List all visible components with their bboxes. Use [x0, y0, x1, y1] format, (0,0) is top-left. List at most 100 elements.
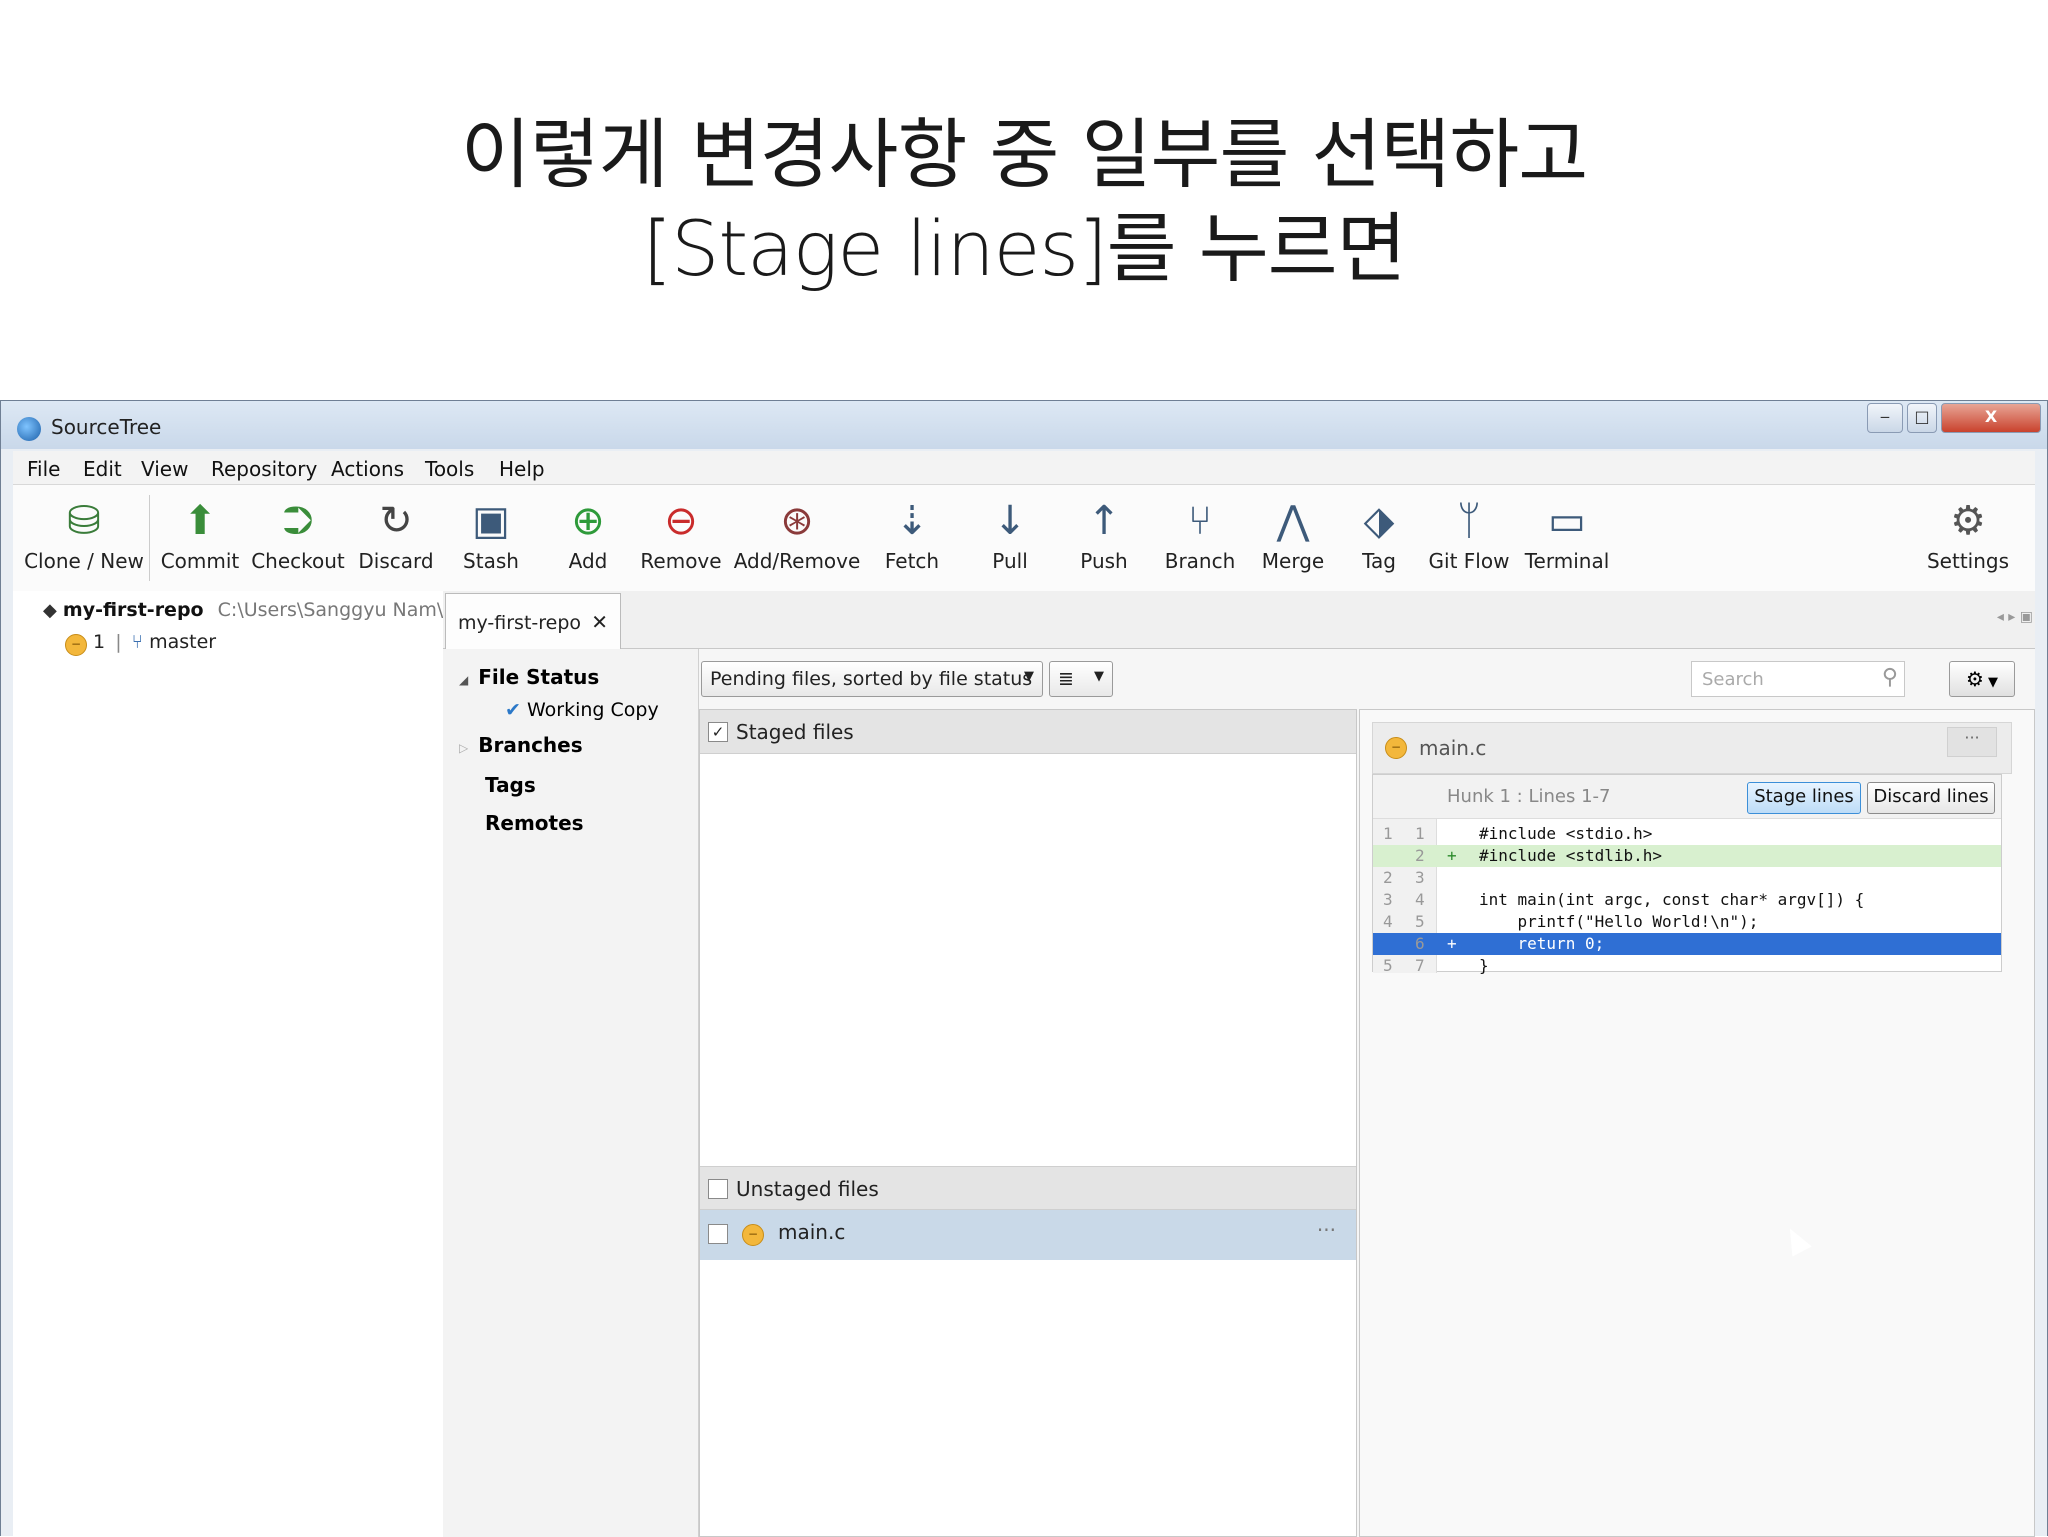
new-line-number: 1	[1415, 824, 1425, 843]
close-tab-icon[interactable]: ✕	[591, 610, 608, 634]
menu-view[interactable]: View	[141, 457, 188, 481]
add-button[interactable]: ⊕ Add	[553, 493, 623, 583]
filter-bar: Pending files, sorted by file status ▼ ≣…	[699, 661, 2019, 699]
unstaged-files-checkbox[interactable]	[708, 1179, 728, 1199]
branch-icon: ⑂	[131, 631, 144, 653]
file-status-view: Pending files, sorted by file status ▼ ≣…	[699, 649, 2035, 1537]
view-mode-dropdown[interactable]: ≣ ▼	[1049, 661, 1113, 697]
sidebar-item-branches[interactable]: ▷ Branches	[459, 733, 583, 757]
git-flow-button[interactable]: ᛘ Git Flow	[1427, 493, 1511, 583]
menu-repository[interactable]: Repository	[211, 457, 317, 481]
caption-line-1: 이렇게 변경사항 중 일부를 선택하고	[460, 110, 1588, 199]
sidebar-item-working-copy[interactable]: ✔ Working Copy	[505, 699, 659, 721]
menu-tools[interactable]: Tools	[425, 457, 474, 481]
repo-sidebar: ◢ File Status ✔ Working Copy ▷ Branches Ta…	[443, 649, 699, 1537]
stash-button[interactable]: ▣ Stash	[453, 493, 529, 583]
diff-line[interactable]: 6 + return 0;	[1373, 933, 2001, 955]
hunk-block: Hunk 1 : Lines 1-7 Stage lines Discard l…	[1372, 774, 2002, 975]
repo-branch-row: − 1 | ⑂ master	[65, 631, 216, 656]
menu-file[interactable]: File	[27, 457, 60, 481]
diff-line[interactable]: 5 7}	[1373, 955, 2001, 977]
stage-lines-button[interactable]: Stage lines	[1747, 782, 1861, 814]
line-text: #include <stdlib.h>	[1479, 846, 1663, 865]
tab-my-first-repo[interactable]: my-first-repo ✕	[445, 593, 621, 649]
git-diamond-icon: ◆	[43, 600, 57, 621]
files-pane: ✓ Staged files Unstaged files − main.c ·…	[699, 709, 1357, 1537]
repo-entry[interactable]: ◆ my-first-repo C:\Users\Sanggyu Nam\r	[43, 599, 451, 621]
maximize-button[interactable]: □	[1907, 403, 1937, 433]
caption-line-2: [Stage lines]를 누르면	[642, 204, 1406, 293]
menu-actions[interactable]: Actions	[331, 457, 404, 481]
diff-more-button[interactable]: ···	[1947, 727, 1997, 757]
remove-file-icon: ⊖	[664, 498, 698, 544]
file-more-button[interactable]: ···	[1317, 1218, 1336, 1242]
line-text: printf("Hello World!\n");	[1479, 912, 1759, 931]
fetch-button[interactable]: ⇣ Fetch	[877, 493, 947, 583]
main-toolbar: ⛁ Clone / New ⬆ Commit ⮊ Checkout ↻ Disc…	[13, 485, 2035, 591]
tab-nav-arrows[interactable]: ◂ ▸ ▣	[1997, 609, 2033, 625]
new-line-number: 5	[1415, 912, 1425, 931]
close-window-button[interactable]: X	[1941, 403, 2041, 433]
gear-icon: ⚙	[1965, 667, 1984, 691]
file-checkbox[interactable]	[708, 1224, 728, 1244]
old-line-number: 4	[1383, 912, 1393, 931]
search-icon: ⚲	[1881, 665, 1898, 690]
change-marker: +	[1447, 934, 1457, 953]
tag-button[interactable]: ⬗ Tag	[1349, 493, 1409, 583]
remove-button[interactable]: ⊖ Remove	[637, 493, 725, 583]
options-gear-dropdown[interactable]: ⚙ ▼	[1949, 661, 2015, 697]
diff-file-name: main.c	[1419, 736, 1487, 760]
discard-button[interactable]: ↻ Discard	[355, 493, 437, 583]
slide-caption: 이렇게 변경사항 중 일부를 선택하고 [Stage lines]를 누르면	[0, 108, 2048, 296]
line-text: return 0;	[1479, 934, 1605, 953]
hunk-header: Hunk 1 : Lines 1-7 Stage lines Discard l…	[1373, 775, 2001, 819]
unstaged-files-header: Unstaged files	[700, 1166, 1356, 1210]
line-text: #include <stdio.h>	[1479, 824, 1653, 843]
file-sort-dropdown[interactable]: Pending files, sorted by file status ▼	[701, 661, 1043, 697]
diff-line[interactable]: 3 4 int main(int argc, const char* argv[])…	[1373, 889, 2001, 911]
commit-button[interactable]: ⬆ Commit	[159, 493, 241, 583]
chevron-down-icon: ▼	[1094, 669, 1104, 684]
expanded-triangle-icon: ◢	[459, 673, 469, 687]
diff-line[interactable]: 4 5 printf("Hello World!\n");	[1373, 911, 2001, 933]
minimize-button[interactable]: ‒	[1867, 403, 1903, 433]
repo-tab-strip: my-first-repo ✕ ◂ ▸ ▣	[443, 591, 2035, 649]
add-remove-button[interactable]: ⊛ Add/Remove	[733, 493, 861, 583]
pull-arrow-icon: ↓	[993, 498, 1027, 544]
tab-label: my-first-repo	[458, 612, 582, 634]
checkout-button[interactable]: ⮊ Checkout	[251, 493, 345, 583]
settings-button[interactable]: ⚙ Settings	[1923, 493, 2013, 583]
database-plus-icon: ⛁	[67, 498, 101, 544]
diff-line[interactable]: 1 1 #include <stdio.h>	[1373, 823, 2001, 845]
diff-line[interactable]: 23	[1373, 867, 2001, 889]
repo-name: my-first-repo	[62, 599, 204, 621]
collapsed-triangle-icon: ▷	[459, 741, 469, 755]
diff-line[interactable]: 2 + #include <stdlib.h>	[1373, 845, 2001, 867]
window-title: SourceTree	[51, 415, 162, 439]
sidebar-item-file-status[interactable]: ◢ File Status	[459, 665, 599, 689]
modified-status-icon: −	[742, 1224, 764, 1246]
push-button[interactable]: ↑ Push	[1069, 493, 1139, 583]
staged-files-header: ✓ Staged files	[700, 710, 1356, 754]
menu-help[interactable]: Help	[499, 457, 545, 481]
menu-edit[interactable]: Edit	[83, 457, 122, 481]
unstaged-file-row[interactable]: − main.c ···	[700, 1210, 1356, 1260]
file-name: main.c	[778, 1220, 846, 1244]
sidebar-item-tags[interactable]: Tags	[485, 773, 536, 797]
search-input[interactable]: Search ⚲	[1691, 661, 1905, 697]
toolbar-divider	[149, 495, 150, 581]
stash-box-icon: ▣	[472, 498, 510, 544]
discard-lines-button[interactable]: Discard lines	[1867, 782, 1995, 814]
old-line-number: 3	[1383, 890, 1393, 909]
pull-button[interactable]: ↓ Pull	[975, 493, 1045, 583]
branch-button[interactable]: ⑂ Branch	[1157, 493, 1243, 583]
merge-icon: ⋀	[1276, 498, 1310, 544]
sidebar-item-remotes[interactable]: Remotes	[485, 811, 584, 835]
staged-files-checkbox[interactable]: ✓	[708, 722, 728, 742]
clone-new-button[interactable]: ⛁ Clone / New	[23, 493, 145, 583]
merge-button[interactable]: ⋀ Merge	[1253, 493, 1333, 583]
new-line-number: 4	[1415, 890, 1425, 909]
line-text: int main(int argc, const char* argv[]) {	[1479, 890, 1865, 909]
terminal-button[interactable]: ▭ Terminal	[1519, 493, 1615, 583]
new-line-number: 2	[1415, 846, 1425, 865]
